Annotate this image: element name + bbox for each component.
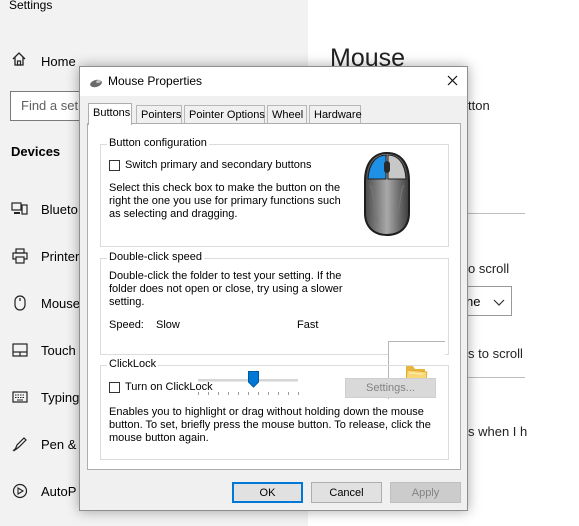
description-line: right the one you use for primary functi… [109, 195, 341, 207]
group-title: ClickLock [107, 358, 159, 370]
setting-label: s when I h [468, 424, 528, 439]
checkbox-label: Switch primary and secondary buttons [125, 159, 312, 171]
slow-label: Slow [156, 319, 180, 331]
mouse-icon [10, 295, 30, 311]
slider-tick [258, 392, 259, 395]
tab-wheel[interactable]: Wheel [267, 105, 307, 123]
speed-label: Speed: [109, 319, 144, 331]
sidebar-item-label: Printer [41, 248, 80, 264]
group-title: Double-click speed [107, 251, 204, 263]
description-line: mouse button again. [109, 432, 209, 444]
sidebar-item-typing[interactable]: Typing [10, 387, 79, 407]
sidebar-item-label: Typing [41, 389, 80, 405]
dialog-titlebar[interactable]: Mouse Properties [80, 67, 467, 96]
devices-heading: Devices [11, 144, 61, 159]
slider-tick [288, 392, 289, 395]
checkbox-label: Turn on ClickLock [125, 381, 213, 393]
slider-tick [298, 392, 299, 395]
autoplay-icon [10, 483, 30, 499]
switch-buttons-checkbox[interactable] [109, 159, 120, 171]
mouse-illustration-icon [360, 151, 414, 242]
chevron-down-icon [493, 295, 505, 310]
tab-buttons[interactable]: Buttons [88, 103, 132, 125]
slider-tick [268, 392, 269, 395]
divider [468, 213, 525, 214]
description-line: Enables you to highlight or drag without… [109, 406, 424, 418]
sidebar-item-autoplay[interactable]: AutoP [10, 481, 76, 501]
mouse-properties-dialog: Mouse Properties Buttons Pointers Pointe… [79, 66, 468, 511]
description-line: as selecting and dragging. [109, 208, 238, 220]
slider-tick [198, 392, 199, 395]
close-icon [447, 73, 458, 91]
sidebar-item-label: Home [41, 53, 76, 69]
keyboard-icon [10, 389, 30, 405]
pen-icon [10, 436, 30, 452]
dialog-title: Mouse Properties [108, 74, 203, 88]
apply-button[interactable]: Apply [390, 482, 461, 503]
sidebar-item-touchpad[interactable]: Touch [10, 340, 76, 360]
mouse-icon [89, 75, 103, 93]
sidebar-item-pen[interactable]: Pen & [10, 434, 76, 454]
tab-pointer-options[interactable]: Pointer Options [184, 105, 265, 123]
setting-label: s to scroll [468, 346, 523, 361]
sidebar-item-home[interactable]: Home [11, 51, 76, 71]
sidebar-item-label: AutoP [41, 483, 77, 499]
setting-label: o scroll [468, 261, 510, 276]
sidebar-item-label: Pen & [41, 436, 77, 452]
home-icon [11, 51, 27, 72]
slider-tick [248, 392, 249, 395]
cancel-button[interactable]: Cancel [311, 482, 382, 503]
slider-tick [208, 392, 209, 395]
close-button[interactable] [437, 67, 467, 96]
touchpad-icon [10, 342, 30, 358]
settings-title: Settings [9, 0, 53, 12]
clicklock-settings-button[interactable]: Settings... [345, 378, 436, 398]
description-line: Select this check box to make the button… [109, 182, 341, 194]
fast-label: Fast [297, 319, 319, 331]
sidebar-item-label: Mouse [41, 295, 81, 311]
slider-tick [218, 392, 219, 395]
slider-tick [278, 392, 279, 395]
divider [468, 377, 525, 378]
slider-tick [238, 392, 239, 395]
description-line: button. To set, briefly press the mouse … [109, 419, 431, 431]
clicklock-checkbox[interactable] [109, 381, 120, 393]
sidebar-item-mouse[interactable]: Mouse [10, 293, 80, 313]
sidebar-item-bluetooth[interactable]: Blueto [10, 199, 78, 219]
group-title: Button configuration [107, 137, 209, 149]
button-configuration-group: Button configuration Switch primary and … [100, 137, 449, 247]
description-line: setting. [109, 296, 145, 308]
setting-label: tton [468, 98, 490, 113]
ok-button[interactable]: OK [232, 482, 303, 503]
clicklock-group: ClickLock Turn on ClickLock Settings... … [100, 358, 449, 460]
printer-icon [10, 248, 30, 264]
tab-hardware[interactable]: Hardware [309, 105, 362, 123]
sidebar-item-printers[interactable]: Printer [10, 246, 79, 266]
switch-buttons-checkbox-row[interactable]: Switch primary and secondary buttons [109, 159, 311, 171]
slider-tick [228, 392, 229, 395]
description-line: folder does not open or close, try using… [109, 283, 343, 295]
tab-panel-buttons: Button configuration Switch primary and … [87, 123, 461, 470]
sidebar-item-label: Touch [41, 342, 76, 358]
description-line: Double-click the folder to test your set… [109, 270, 342, 282]
dropdown-value: ne [466, 294, 481, 309]
tab-pointers[interactable]: Pointers [136, 105, 182, 123]
bluetooth-devices-icon [10, 201, 30, 217]
sidebar-item-label: Blueto [41, 201, 78, 217]
